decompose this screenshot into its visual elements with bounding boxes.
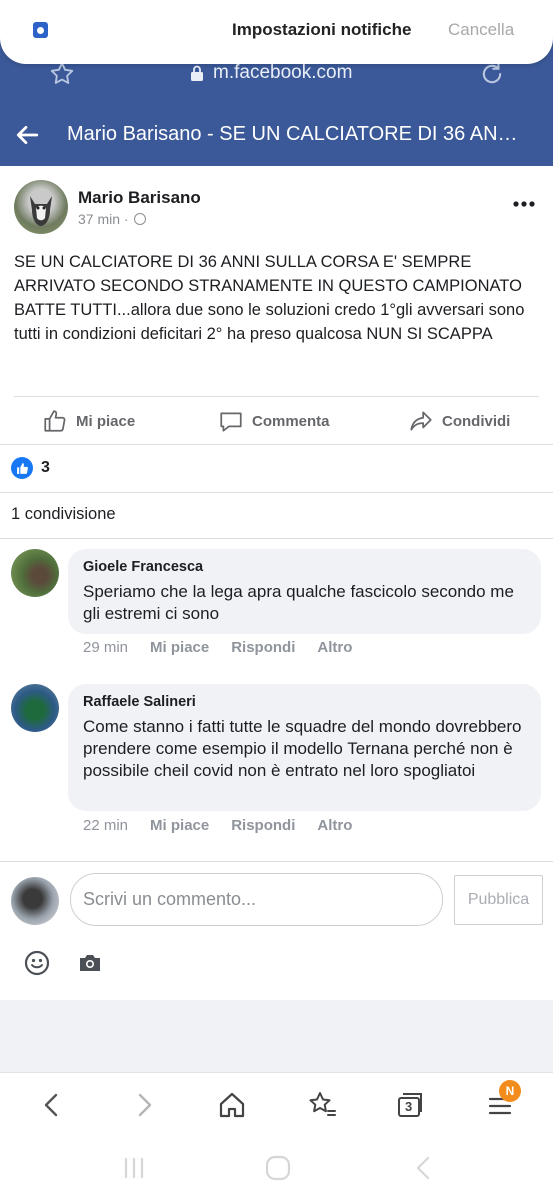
menu-notification-badge: N [499,1080,521,1102]
post-time: 37 min · [78,211,129,227]
share-label: Condividi [442,412,511,430]
commenter-avatar[interactable] [11,549,59,597]
page-header: Mario Barisano - SE UN CALCIATORE DI 36 … [0,104,553,166]
divider [0,444,553,445]
comment-like-button[interactable]: Mi piace [150,817,209,834]
comment-bubble: Gioele Francesca Speriamo che la lega ap… [68,549,541,634]
page-title: Mario Barisano - SE UN CALCIATORE DI 36 … [67,123,527,145]
lock-icon [191,65,203,81]
forward-icon[interactable] [128,1089,160,1121]
comment-text: Come stanno i fatti tutte le squadre del… [83,717,522,780]
comment-more-button[interactable]: Altro [317,639,352,656]
emoji-icon[interactable] [24,950,50,976]
browser-bottom-bar: 3 [0,1072,553,1136]
comment-label: Commenta [252,412,330,430]
comment-author[interactable]: Raffaele Salineri [83,694,526,710]
back-arrow-icon[interactable] [14,122,40,148]
system-navigation-bar [0,1136,553,1200]
app-icon [33,22,48,38]
comment-bubble: Raffaele Salineri Come stanno i fatti tu… [68,684,541,811]
comment-input[interactable] [70,873,443,926]
home-button-icon[interactable] [264,1154,292,1182]
like-reaction-icon [11,457,33,479]
publish-button[interactable]: Pubblica [454,875,543,925]
tabs-count: 3 [405,1099,413,1114]
comment-time: 22 min [83,817,129,834]
share-icon [410,411,432,431]
comment-author[interactable]: Gioele Francesca [83,559,526,575]
comment-like-button[interactable]: Mi piace [150,639,209,656]
globe-icon [134,213,147,225]
comment-reply-button[interactable]: Rispondi [231,639,295,656]
bookmarks-icon[interactable] [306,1089,338,1121]
reactions-summary[interactable]: 3 [11,457,50,479]
comment-reply-button[interactable]: Rispondi [231,817,295,834]
divider [0,861,553,862]
comment-meta: 29 min Mi piace Rispondi Altro [83,639,374,656]
url-text[interactable]: m.facebook.com [213,62,352,84]
sheet-title: Impostazioni notifiche [232,20,412,39]
shares-count[interactable]: 1 condivisione [11,505,116,524]
current-user-avatar [11,877,59,925]
comment-text: Speriamo che la lega apra qualche fascic… [83,582,514,623]
system-back-icon[interactable] [410,1154,438,1182]
reaction-count: 3 [41,459,50,476]
like-button[interactable]: Mi piace [42,405,135,437]
comment-meta: 22 min Mi piace Rispondi Altro [83,817,374,834]
husky-photo [30,196,52,226]
thumbs-up-icon [44,410,66,432]
tabs-button[interactable]: 3 [394,1089,426,1121]
recent-apps-icon[interactable] [120,1154,148,1182]
home-icon[interactable] [216,1089,248,1121]
divider [0,492,553,493]
notification-settings-sheet: Impostazioni notifiche Cancella [0,0,553,64]
author-name[interactable]: Mario Barisano [78,188,201,208]
comment-more-button[interactable]: Altro [317,817,352,834]
post: Mario Barisano 37 min · SE UN CALCIATORE… [0,166,553,1000]
commenter-avatar[interactable] [11,684,59,732]
comment-icon [220,412,242,432]
comment-time: 29 min [83,639,129,656]
star-icon[interactable] [48,60,76,88]
page-footer-space [0,1000,553,1072]
back-icon[interactable] [36,1089,68,1121]
post-meta: 37 min · [78,211,147,227]
author-avatar[interactable] [14,180,68,234]
divider [0,538,553,539]
reload-icon[interactable] [478,60,506,88]
like-label: Mi piace [76,412,136,430]
comment-button[interactable]: Commenta [218,405,330,437]
more-options-icon[interactable] [512,200,536,208]
post-actions: Mi piace Commenta Condividi [14,396,539,444]
post-text: SE UN CALCIATORE DI 36 ANNI SULLA CORSA … [14,253,525,343]
share-button[interactable]: Condividi [408,405,510,437]
cancel-button[interactable]: Cancella [448,20,514,40]
camera-icon[interactable] [78,953,102,973]
